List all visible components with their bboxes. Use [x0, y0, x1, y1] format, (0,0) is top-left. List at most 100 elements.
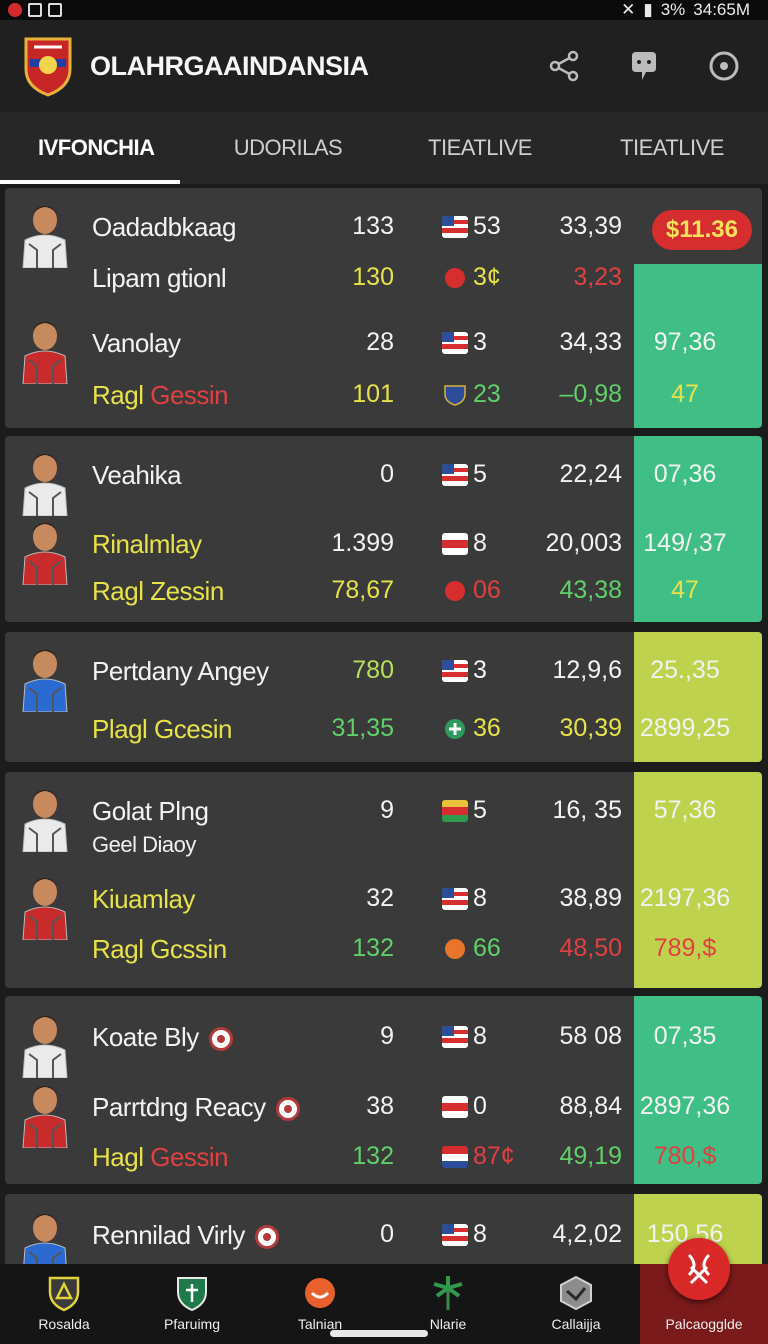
odds-value[interactable]: 25.,35 — [626, 656, 744, 685]
stat-value-1: 78,67 — [331, 576, 394, 604]
player-subtitle: Geel Diaoy — [92, 832, 196, 857]
player-row[interactable]: Pertdany Angey 780 3 12,9,6 25.,35 — [5, 644, 762, 713]
flag-usa-icon — [442, 888, 468, 910]
odds-value[interactable]: 07,36 — [626, 460, 744, 489]
cube-icon — [560, 1275, 592, 1311]
player-row[interactable]: Kiuamlay 32 8 38,89 2197,36 — [5, 872, 762, 941]
chat-icon[interactable] — [626, 48, 662, 84]
share-icon[interactable] — [546, 48, 582, 84]
stat-value-1: 0 — [380, 1220, 394, 1248]
shield-icon — [442, 384, 468, 406]
player-name: Pertdany Angey — [92, 656, 269, 687]
player-row[interactable]: Parrtdng Reacy 38 0 88,84 2897,36 — [5, 1080, 762, 1149]
match-card[interactable]: Pertdany Angey 780 3 12,9,6 25.,35 Plagl Gces… — [5, 632, 762, 762]
odds-value[interactable]: 149/,37 — [626, 529, 744, 558]
club-crest-icon[interactable] — [22, 35, 74, 97]
stat-value-1: 133 — [352, 212, 394, 240]
player-name: Koate Bly — [92, 1022, 233, 1053]
stat-value-3: 88,84 — [559, 1092, 622, 1120]
odds-value[interactable]: 47 — [626, 380, 744, 409]
match-card[interactable]: Golat Plng Geel Diaoy 9 5 16, 35 57,36 Kiuamla… — [5, 772, 762, 988]
player-name-text: Ragl Zessin — [92, 576, 224, 606]
flag-red-icon — [442, 1096, 468, 1118]
player-row[interactable]: Ragl Gessin 101 23 –0,98 47 — [5, 368, 762, 424]
odds-value[interactable]: 2899,25 — [626, 714, 744, 743]
player-avatar — [15, 440, 75, 517]
player-avatar — [15, 636, 75, 713]
notification-icon — [8, 3, 22, 17]
nav-item-2[interactable]: Pfaruimg — [128, 1264, 256, 1344]
match-card[interactable]: Rennilad Virly084,2,02150,56Hagl Gessin — [5, 1194, 762, 1264]
tab-bar: IVFONCHIA UDORILAS TIEATLIVE TIEATLIVE — [0, 112, 768, 184]
tab-2[interactable]: UDORILAS — [192, 112, 384, 184]
image-notification-icon — [48, 3, 62, 17]
flag-usa-icon — [442, 1224, 468, 1246]
player-row[interactable]: Veahika 0 5 22,24 07,36 — [5, 448, 762, 517]
nav-label: Nlarie — [429, 1316, 467, 1332]
player-row[interactable]: Ragl Gcssin 132 66 48,50 789,$ — [5, 922, 762, 978]
match-card[interactable]: Oadadbkaag 133 53 33,39 $11.36 Lipam gtionl 13… — [5, 188, 762, 428]
odds-value[interactable]: 2197,36 — [626, 884, 744, 913]
player-row[interactable]: Plagl Gcesin 31,35 36 30,39 2899,25 — [5, 702, 762, 758]
odds-value[interactable]: 07,35 — [626, 1022, 744, 1051]
home-indicator[interactable] — [330, 1330, 428, 1337]
settings-icon[interactable] — [706, 48, 742, 84]
player-row[interactable]: Rennilad Virly 0 8 4,2,02 150,56 — [5, 1208, 762, 1264]
odds-value[interactable]: 97,36 — [626, 328, 744, 357]
match-card[interactable]: Koate Bly 9 8 58 08 07,35 Parrtdng Reacy 38 0 88… — [5, 996, 762, 1184]
ball-icon — [305, 1278, 335, 1308]
nav-item-5[interactable]: Callaijja — [512, 1264, 640, 1344]
player-name: Ragl Zessin — [92, 576, 224, 607]
stat-value-2: 3¢ — [473, 263, 501, 291]
stat-value-3: 49,19 — [559, 1142, 622, 1170]
player-row[interactable]: Lipam gtionl 130 3¢ 3,23 — [5, 251, 762, 307]
fab-button[interactable] — [668, 1238, 730, 1300]
nav-item-1[interactable]: Rosalda — [0, 1264, 128, 1344]
stat-value-3: 33,39 — [559, 212, 622, 240]
signal-icon: ▮ — [643, 0, 653, 19]
battery-percent: 3% — [660, 0, 686, 19]
app-notification-icon — [28, 3, 42, 17]
nav-label: Palcaogglde — [665, 1316, 743, 1332]
stat-value-3: 43,38 — [559, 576, 622, 604]
nav-label: Pfaruimg — [163, 1316, 221, 1332]
price-badge[interactable]: $11.36 — [651, 210, 752, 250]
player-row[interactable]: Vanolay 28 3 34,33 97,36 — [5, 316, 762, 385]
tab-4[interactable]: TIEATLIVE — [576, 112, 768, 184]
app-title: OLAHRGAAINDANSIA — [90, 50, 369, 81]
player-row[interactable]: Ragl Zessin 78,67 06 43,38 47 — [5, 564, 762, 620]
red-dot-icon — [442, 267, 468, 289]
player-name: Rennilad Virly — [92, 1220, 279, 1251]
match-card[interactable]: Veahika 0 5 22,24 07,36 Rinalmlay 1.399 8 20,003… — [5, 436, 762, 622]
player-row[interactable]: Golat Plng Geel Diaoy 9 5 16, 35 57,36 — [5, 784, 762, 857]
app-bar: OLAHRGAAINDANSIA — [0, 20, 768, 112]
odds-value[interactable]: 57,36 — [626, 796, 744, 825]
odds-value[interactable]: 789,$ — [626, 934, 744, 963]
player-name-text: Pertdany Angey — [92, 656, 269, 686]
player-avatar — [15, 1200, 75, 1264]
player-name-text: Koate Bly — [92, 1022, 199, 1052]
tab-1[interactable]: IVFONCHIA — [0, 112, 192, 184]
player-name: Oadadbkaag — [92, 212, 236, 243]
stat-value-1: 28 — [366, 328, 394, 356]
tab-3[interactable]: TIEATLIVE — [384, 112, 576, 184]
odds-value[interactable]: 47 — [626, 576, 744, 605]
odds-value[interactable]: 2897,36 — [626, 1092, 744, 1121]
player-row[interactable]: Hagl Gessin 132 87¢ 49,19 780,$ — [5, 1130, 762, 1184]
club-badge-icon — [177, 1277, 207, 1312]
flag-usa-icon — [442, 1026, 468, 1048]
player-row[interactable]: Koate Bly 9 8 58 08 07,35 — [5, 1010, 762, 1079]
player-name-text: Plagl Gcesin — [92, 714, 232, 744]
stat-value-2: 23 — [473, 380, 501, 408]
match-list[interactable]: Oadadbkaag 133 53 33,39 $11.36 Lipam gtionl 13… — [0, 184, 768, 1264]
player-name-text: Ragl Gcssin — [92, 934, 227, 964]
stat-value-2: 8 — [473, 1022, 487, 1050]
player-name: Kiuamlay — [92, 884, 195, 915]
player-name-text: Vanolay — [92, 328, 181, 358]
stat-value-1: 9 — [380, 796, 394, 824]
football-icon — [275, 1097, 300, 1122]
stat-value-2: 8 — [473, 1220, 487, 1248]
odds-value[interactable]: 780,$ — [626, 1142, 744, 1171]
player-row[interactable]: Oadadbkaag 133 53 33,39 $11.36 — [5, 200, 762, 269]
stat-value-1: 101 — [352, 380, 394, 408]
